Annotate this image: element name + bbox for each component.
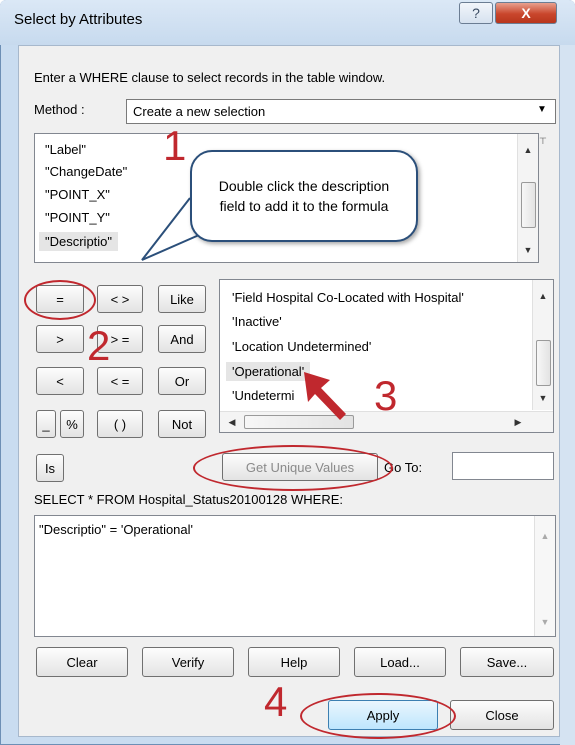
clear-button[interactable]: Clear xyxy=(36,647,128,677)
scroll-down-icon[interactable]: ▼ xyxy=(535,390,551,406)
value-item-inactive[interactable]: 'Inactive' xyxy=(232,314,282,329)
scroll-thumb[interactable] xyxy=(521,182,536,228)
close-title-button[interactable]: X xyxy=(495,2,557,24)
verify-button[interactable]: Verify xyxy=(142,647,234,677)
underscore-button[interactable]: _ xyxy=(36,410,56,438)
step-3-annotation: 3 xyxy=(374,372,398,419)
title-bar[interactable]: Select by Attributes ? X xyxy=(0,0,575,45)
field-item-point-x[interactable]: "POINT_X" xyxy=(45,187,110,202)
window-edge xyxy=(560,45,575,745)
method-label: Method : xyxy=(34,102,85,117)
window-title: Select by Attributes xyxy=(14,11,143,28)
fields-scrollbar[interactable]: ▲ ▼ xyxy=(517,134,538,262)
less-equal-button[interactable]: < = xyxy=(97,367,143,395)
step-1-annotation: 1 xyxy=(163,122,187,169)
save-button[interactable]: Save... xyxy=(460,647,554,677)
close-button[interactable]: Close xyxy=(450,700,554,730)
percent-button[interactable]: % xyxy=(60,410,84,438)
step-4-annotation: 4 xyxy=(264,678,288,725)
and-button[interactable]: And xyxy=(158,325,206,353)
field-item-changedate[interactable]: "ChangeDate" xyxy=(45,164,127,179)
value-item-location-undetermined[interactable]: 'Location Undetermined' xyxy=(232,339,371,354)
goto-input[interactable] xyxy=(452,452,554,480)
callout-bubble: Double click the description field to ad… xyxy=(190,150,418,242)
chevron-down-icon: ▼ xyxy=(537,104,547,115)
greater-than-button[interactable]: > xyxy=(36,325,84,353)
equals-highlight-oval xyxy=(24,280,96,320)
field-item-label[interactable]: "Label" xyxy=(45,142,86,157)
scroll-up-icon[interactable]: ▲ xyxy=(537,528,553,544)
scroll-right-icon[interactable]: ▶ xyxy=(510,414,526,430)
or-button[interactable]: Or xyxy=(158,367,206,395)
field-item-point-y[interactable]: "POINT_Y" xyxy=(45,210,110,225)
scroll-down-icon[interactable]: ▼ xyxy=(520,242,536,258)
help-title-button[interactable]: ? xyxy=(459,2,493,24)
expression-textarea[interactable]: "Descriptio" = 'Operational' ▲ ▼ xyxy=(34,515,556,637)
less-than-button[interactable]: < xyxy=(36,367,84,395)
scroll-thumb[interactable] xyxy=(536,340,551,386)
method-dropdown[interactable]: Create a new selection ▼ xyxy=(126,99,556,124)
scroll-up-icon[interactable]: ▲ xyxy=(535,288,551,304)
arrow-icon xyxy=(304,372,346,420)
parentheses-button[interactable]: ( ) xyxy=(97,410,143,438)
value-item-field-hospital[interactable]: 'Field Hospital Co-Located with Hospital… xyxy=(232,290,464,305)
value-item-undetermined[interactable]: 'Undetermi xyxy=(232,388,294,403)
splitter-icon[interactable]: ⊤ xyxy=(539,136,553,148)
unique-values-highlight-oval xyxy=(193,445,393,491)
apply-highlight-oval xyxy=(300,693,456,739)
not-equal-button[interactable]: < > xyxy=(97,285,143,313)
sql-prefix-label: SELECT * FROM Hospital_Status20100128 WH… xyxy=(34,492,344,507)
method-value: Create a new selection xyxy=(133,104,266,119)
callout-text: Double click the description field to ad… xyxy=(218,178,390,214)
field-item-descriptio[interactable]: "Descriptio" xyxy=(39,232,119,251)
scroll-left-icon[interactable]: ◀ xyxy=(224,414,240,430)
expression-text: "Descriptio" = 'Operational' xyxy=(39,522,194,537)
expression-scrollbar[interactable]: ▲ ▼ xyxy=(534,516,555,636)
load-button[interactable]: Load... xyxy=(354,647,446,677)
scroll-up-icon[interactable]: ▲ xyxy=(520,142,536,158)
instruction-text: Enter a WHERE clause to select records i… xyxy=(34,70,386,85)
close-icon: X xyxy=(521,5,531,21)
values-vscrollbar[interactable]: ▲ ▼ xyxy=(532,280,553,410)
help-icon: ? xyxy=(472,5,480,21)
is-button[interactable]: Is xyxy=(36,454,64,482)
scroll-down-icon[interactable]: ▼ xyxy=(537,614,553,630)
step-2-annotation: 2 xyxy=(87,322,111,369)
help-button[interactable]: Help xyxy=(248,647,340,677)
not-button[interactable]: Not xyxy=(158,410,206,438)
like-button[interactable]: Like xyxy=(158,285,206,313)
